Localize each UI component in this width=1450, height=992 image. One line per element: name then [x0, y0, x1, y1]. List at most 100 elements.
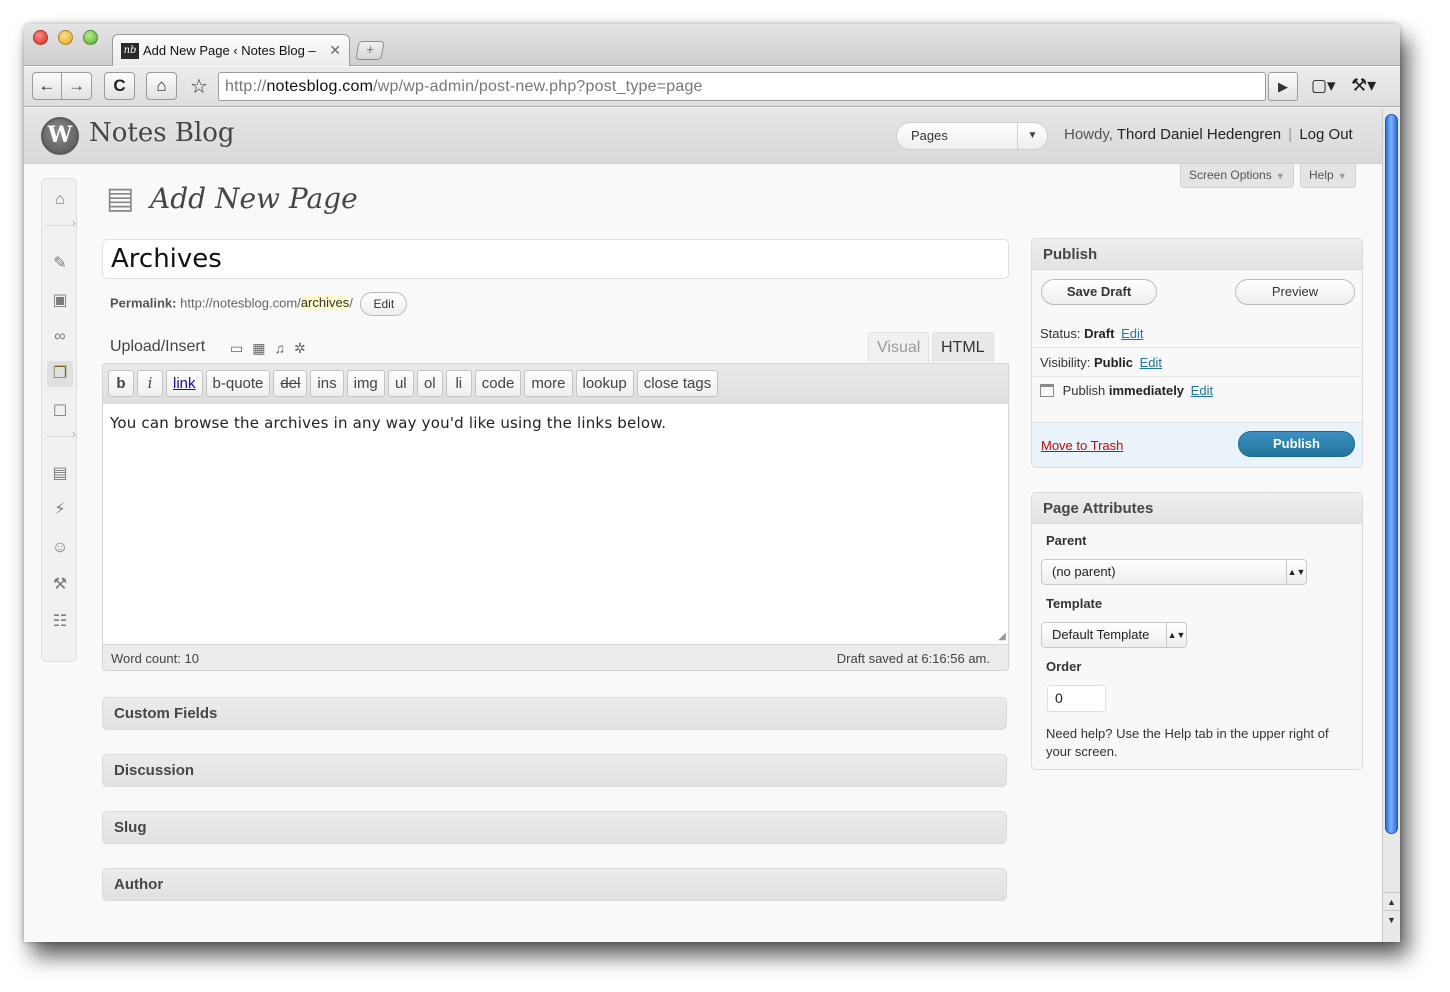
- back-button[interactable]: ←: [32, 72, 62, 100]
- add-image-icon[interactable]: ▭: [230, 340, 243, 357]
- qt-ins-button[interactable]: ins: [310, 370, 344, 397]
- preview-button[interactable]: Preview: [1235, 279, 1355, 305]
- page-attributes-help-text: Need help? Use the Help tab in the upper…: [1046, 726, 1329, 759]
- zoom-window-button[interactable]: [83, 30, 98, 45]
- logout-link[interactable]: Log Out: [1299, 126, 1352, 143]
- edit-publish-date-link[interactable]: Edit: [1191, 383, 1213, 398]
- scrollbar-thumb[interactable]: [1385, 114, 1398, 834]
- post-title-input[interactable]: Archives: [102, 239, 1009, 279]
- page-attributes-heading[interactable]: Page Attributes: [1032, 493, 1362, 524]
- screen-options-tab[interactable]: Screen Options ▼: [1180, 164, 1294, 188]
- url-domain: notesblog.com: [266, 78, 374, 95]
- custom-fields-box[interactable]: Custom Fields: [102, 697, 1007, 730]
- qt-del-button[interactable]: del: [273, 370, 308, 397]
- qt-ol-button[interactable]: ol: [416, 370, 443, 397]
- publish-button[interactable]: Publish: [1238, 431, 1355, 457]
- edit-permalink-button[interactable]: Edit: [360, 292, 408, 316]
- settings-icon[interactable]: ☷: [47, 609, 73, 635]
- scroll-down-icon[interactable]: ▼: [1383, 910, 1400, 928]
- content-textarea[interactable]: You can browse the archives in any way y…: [102, 403, 1009, 645]
- parent-select[interactable]: (no parent) ▲▼: [1041, 559, 1307, 585]
- tab-html[interactable]: HTML: [932, 332, 994, 362]
- draft-saved-status: Draft saved at 6:16:56 am.: [836, 651, 990, 666]
- permalink-trailing: /: [349, 295, 353, 311]
- links-icon[interactable]: ∞: [47, 324, 73, 350]
- edit-visibility-link[interactable]: Edit: [1140, 355, 1162, 370]
- major-publishing-actions: Move to Trash Publish: [1032, 422, 1362, 467]
- page-menu-icon[interactable]: ▢▾: [1311, 76, 1336, 96]
- chevron-down-icon[interactable]: ▼: [1017, 123, 1047, 149]
- qt-close-tags-button[interactable]: close tags: [636, 370, 719, 397]
- permalink-slug[interactable]: archives: [300, 295, 350, 311]
- users-icon[interactable]: ☺: [47, 535, 73, 561]
- user-info: Howdy, Thord Daniel Hedengren | Log Out: [1064, 126, 1353, 143]
- add-media-icon[interactable]: ✲: [294, 340, 306, 357]
- visibility-value: Public: [1093, 355, 1133, 370]
- menu-separator: [46, 216, 76, 231]
- status-value: Draft: [1084, 326, 1115, 341]
- appearance-icon[interactable]: ▤: [47, 461, 73, 487]
- wrench-menu-icon[interactable]: ⚒▾: [1351, 75, 1376, 96]
- media-icon[interactable]: ▣: [47, 288, 73, 314]
- posts-pin-icon[interactable]: ✎: [47, 251, 73, 277]
- edit-status-link[interactable]: Edit: [1121, 326, 1143, 341]
- divider: [1032, 376, 1362, 377]
- move-to-trash-link[interactable]: Move to Trash: [1041, 438, 1123, 453]
- tab-strip: nb Add New Page ‹ Notes Blog – ✕ +: [24, 24, 1400, 66]
- separator: |: [1288, 126, 1293, 143]
- dashboard-icon[interactable]: ⌂: [47, 187, 73, 213]
- qt-link-button[interactable]: link: [166, 370, 203, 397]
- slug-box[interactable]: Slug: [102, 811, 1007, 844]
- qt-lookup-button[interactable]: lookup: [575, 370, 634, 397]
- close-tab-icon[interactable]: ✕: [329, 42, 341, 59]
- user-name-link[interactable]: Thord Daniel Hedengren: [1117, 126, 1281, 143]
- plugins-icon[interactable]: ⚡: [47, 497, 73, 523]
- qt-italic-button[interactable]: i: [137, 370, 163, 397]
- template-label: Template: [1046, 596, 1103, 611]
- address-bar[interactable]: http://notesblog.com/wp/wp-admin/post-ne…: [218, 72, 1266, 101]
- pages-icon[interactable]: ❐: [47, 361, 73, 387]
- publish-heading[interactable]: Publish: [1032, 239, 1362, 270]
- qt-img-button[interactable]: img: [346, 370, 385, 397]
- site-title[interactable]: Notes Blog: [89, 118, 235, 148]
- parent-label: Parent: [1046, 533, 1087, 548]
- qt-ul-button[interactable]: ul: [387, 370, 414, 397]
- author-box[interactable]: Author: [102, 868, 1007, 901]
- select-arrows-icon: ▲▼: [1166, 623, 1186, 647]
- minimize-window-button[interactable]: [58, 30, 73, 45]
- select-arrows-icon: ▲▼: [1286, 560, 1306, 584]
- forward-button[interactable]: →: [62, 72, 92, 100]
- home-button[interactable]: ⌂: [146, 72, 177, 100]
- bookmark-star-icon[interactable]: ☆: [190, 74, 208, 99]
- qt-blockquote-button[interactable]: b-quote: [205, 370, 271, 397]
- qt-li-button[interactable]: li: [445, 370, 472, 397]
- tools-icon[interactable]: ⚒: [47, 572, 73, 598]
- comments-icon[interactable]: ☐: [47, 399, 73, 425]
- favorite-actions-dropdown[interactable]: Pages ▼: [896, 122, 1048, 150]
- new-tab-button[interactable]: +: [355, 41, 385, 60]
- discussion-box[interactable]: Discussion: [102, 754, 1007, 787]
- home-icon: ⌂: [156, 76, 167, 95]
- resize-handle-icon[interactable]: ◢: [998, 631, 1006, 642]
- browser-tab[interactable]: nb Add New Page ‹ Notes Blog – ✕: [112, 34, 350, 66]
- status-label: Status:: [1040, 326, 1081, 341]
- wordpress-logo-icon: W: [41, 117, 79, 155]
- save-draft-button[interactable]: Save Draft: [1041, 279, 1157, 305]
- add-audio-icon[interactable]: ♫: [274, 340, 285, 357]
- add-video-icon[interactable]: ▦: [252, 340, 265, 357]
- order-input[interactable]: 0: [1047, 685, 1106, 712]
- template-select[interactable]: Default Template ▲▼: [1041, 622, 1187, 648]
- visibility-row: Visibility: Public Edit: [1040, 355, 1162, 370]
- qt-more-button[interactable]: more: [524, 370, 573, 397]
- scrollbar[interactable]: ▲ ▼: [1382, 108, 1400, 942]
- scroll-up-icon[interactable]: ▲: [1383, 892, 1400, 910]
- go-icon[interactable]: ▶: [1268, 72, 1298, 101]
- page-attributes-box: Page Attributes Parent (no parent) ▲▼ Te…: [1031, 492, 1363, 770]
- reload-button[interactable]: C: [104, 72, 135, 100]
- help-tab[interactable]: Help ▼: [1300, 164, 1356, 188]
- close-window-button[interactable]: [33, 30, 48, 45]
- qt-bold-button[interactable]: b: [108, 370, 134, 397]
- page-document-icon: ▤: [106, 182, 135, 215]
- qt-code-button[interactable]: code: [474, 370, 522, 397]
- tab-visual[interactable]: Visual: [868, 332, 930, 362]
